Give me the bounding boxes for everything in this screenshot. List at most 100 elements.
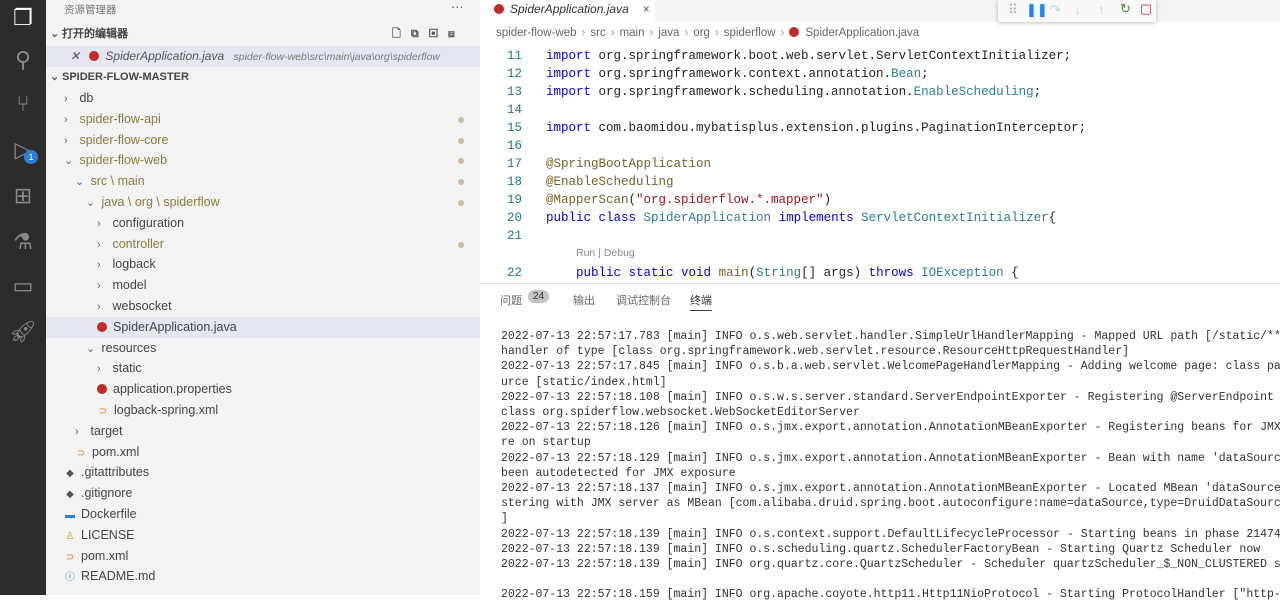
tab-debug-console[interactable]: 调试控制台 [616, 292, 671, 308]
tree-item-label: spider-flow-api [79, 111, 161, 126]
code-line: 14 [480, 101, 546, 119]
tree-item[interactable]: ▬ Dockerfile [46, 504, 480, 525]
drag-handle-icon[interactable]: ⠿ [1008, 2, 1018, 18]
step-over-icon[interactable]: ↷ [1050, 2, 1061, 18]
chevron-right-icon: › [97, 363, 101, 376]
workspace-root[interactable]: ⌄ SPIDER-FLOW-MASTER [46, 67, 480, 88]
breadcrumb-item[interactable]: spider-flow-web [496, 27, 577, 39]
license-icon: ♙ [65, 530, 75, 542]
chevron-right-icon: › [649, 27, 654, 39]
code-line: 18 @EnableScheduling [480, 173, 674, 191]
tree-item-label: model [112, 278, 147, 293]
tree-item[interactable]: ◆ .gitattributes [46, 462, 480, 483]
tree-item-label: .gitattributes [81, 465, 150, 480]
breadcrumb-item[interactable]: SpiderApplication.java [805, 27, 919, 39]
breadcrumb: spider-flow-web › src › main › java › org › spider… [496, 27, 919, 39]
rocket-icon[interactable]: 🚀︎ [9, 318, 37, 346]
search-icon[interactable]: ⚲ [9, 46, 37, 74]
chevron-right-icon: › [64, 113, 68, 126]
tree-item-label: pom.xml [92, 444, 140, 459]
code-text: import org.springframework.context.annot… [546, 67, 929, 81]
open-editor-item[interactable]: ✕ SpiderApplication.java spider-flow-web… [46, 46, 480, 67]
tree-item[interactable]: application.properties [46, 379, 480, 400]
activity-bar: ❐ ⚲ ⑂ ▷ 1 ⊞ ⚗ ▭ 🚀︎ [0, 0, 46, 595]
source-control-icon[interactable]: ⑂ [9, 90, 37, 118]
tree-item-label: controller [112, 236, 164, 251]
restart-icon[interactable]: ↻ [1120, 1, 1131, 17]
close-icon[interactable]: ✕ [70, 49, 80, 63]
more-actions-button[interactable]: ··· [451, 0, 464, 14]
breadcrumb-item[interactable]: src [590, 27, 605, 39]
code-line: 17 @SpringBootApplication [480, 155, 711, 173]
stop-icon[interactable]: ▢ [1140, 1, 1152, 17]
tab-spiderapplication[interactable]: SpiderApplication.java × [480, 0, 655, 22]
tree-item[interactable]: › db [46, 88, 480, 109]
tree-item[interactable]: ⌄ java \ org \ spiderflow [46, 192, 480, 213]
tab-label: SpiderApplication.java [510, 2, 629, 16]
tree-item[interactable]: ⊃ pom.xml [46, 442, 480, 463]
chevron-right-icon: › [97, 217, 101, 230]
tree-item[interactable]: › logback [46, 254, 480, 275]
folder-icon[interactable]: ▭ [9, 272, 37, 300]
breadcrumb-item[interactable]: org [693, 27, 710, 39]
tree-item[interactable]: ⊃ logback-spring.xml [46, 400, 480, 421]
debug-toolbar: ⠿ ❚❚ ↷ ↓ ↑ ↻ ▢ [998, 0, 1156, 22]
step-out-icon[interactable]: ↑ [1098, 2, 1105, 17]
step-into-icon[interactable]: ↓ [1074, 2, 1081, 17]
tree-item[interactable]: ⌄ spider-flow-web [46, 150, 480, 171]
line-number: 20 [506, 211, 522, 225]
tree-item[interactable]: ◆ .gitignore [46, 483, 480, 504]
tree-item[interactable]: › target [46, 421, 480, 442]
chevron-down-icon: ⌄ [75, 176, 85, 189]
log-line: handler of type [class org.springframewo… [501, 345, 1130, 359]
tree-item[interactable]: ⓘ README.md [46, 566, 480, 587]
testing-icon[interactable]: ⚗ [9, 228, 37, 256]
log-line: 2022-07-13 22:57:18.139 [main] INFO org.… [501, 558, 1280, 571]
run-debug-codelens[interactable]: Run | Debug [576, 247, 635, 259]
pause-icon[interactable]: ❚❚ [1026, 2, 1048, 18]
tree-item[interactable]: ⌄ src \ main [46, 171, 480, 192]
breadcrumb-item[interactable]: spiderflow [724, 27, 776, 39]
chevron-right-icon: › [64, 93, 68, 105]
tree-item-label: resources [101, 340, 157, 355]
tree-item[interactable]: ⌄ resources [46, 338, 480, 359]
line-number: 15 [506, 121, 522, 135]
tab-close-button[interactable]: × [643, 2, 650, 16]
extensions-icon[interactable]: ⊞ [9, 182, 37, 210]
tab-output[interactable]: 输出 [573, 292, 595, 308]
tree-item[interactable]: ♙ LICENSE [46, 525, 480, 546]
bottom-panel: 问题 24 输出 调试控制台 终端 2022-07-13 22:57:17.78… [480, 283, 1280, 601]
line-number: 22 [506, 266, 522, 280]
debug-badge: 1 [24, 150, 38, 164]
code-text: import org.springframework.boot.web.serv… [546, 49, 1072, 63]
code-text: @MapperScan("org.spiderflow.*.mapper") [546, 193, 832, 207]
explorer-actions[interactable]: 🗋⧉▣⧈ [392, 24, 465, 45]
open-editors-header[interactable]: ⌄ 打开的编辑器 🗋⧉▣⧈ [46, 24, 480, 45]
docker-icon: ▬ [65, 510, 75, 521]
tree-item[interactable]: › static [46, 358, 480, 379]
explorer-icon[interactable]: ❐ [9, 4, 37, 32]
tree-item-label: .gitignore [81, 486, 133, 501]
tree-item-label: db [79, 91, 94, 105]
tab-terminal[interactable]: 终端 [690, 292, 712, 311]
tree-item[interactable]: › websocket [46, 296, 480, 317]
chevron-right-icon: › [610, 27, 615, 39]
tab-problems[interactable]: 问题 [500, 292, 522, 308]
tree-item[interactable]: SpiderApplication.java [46, 316, 480, 338]
chevron-down-icon: ⌄ [86, 197, 96, 209]
log-line: ] [501, 512, 508, 526]
tree-item[interactable]: › spider-flow-core [46, 130, 480, 151]
log-line: 2022-07-13 22:57:18.139 [main] INFO o.s.… [501, 542, 1261, 556]
tree-item-label: static [112, 361, 142, 376]
tree-item[interactable]: › model [46, 275, 480, 296]
tree-item-label: java \ org \ spiderflow [101, 195, 220, 209]
line-number: 17 [506, 157, 522, 171]
tree-item[interactable]: › controller [46, 234, 480, 255]
tree-item[interactable]: › spider-flow-api [46, 109, 480, 130]
breadcrumb-item[interactable]: java [658, 27, 679, 39]
line-number: 19 [506, 193, 522, 207]
tree-item[interactable]: ⊃ pom.xml [46, 546, 480, 567]
breadcrumb-item[interactable]: main [620, 27, 645, 39]
git-icon: ◆ [66, 489, 74, 501]
tree-item[interactable]: › configuration [46, 213, 480, 234]
